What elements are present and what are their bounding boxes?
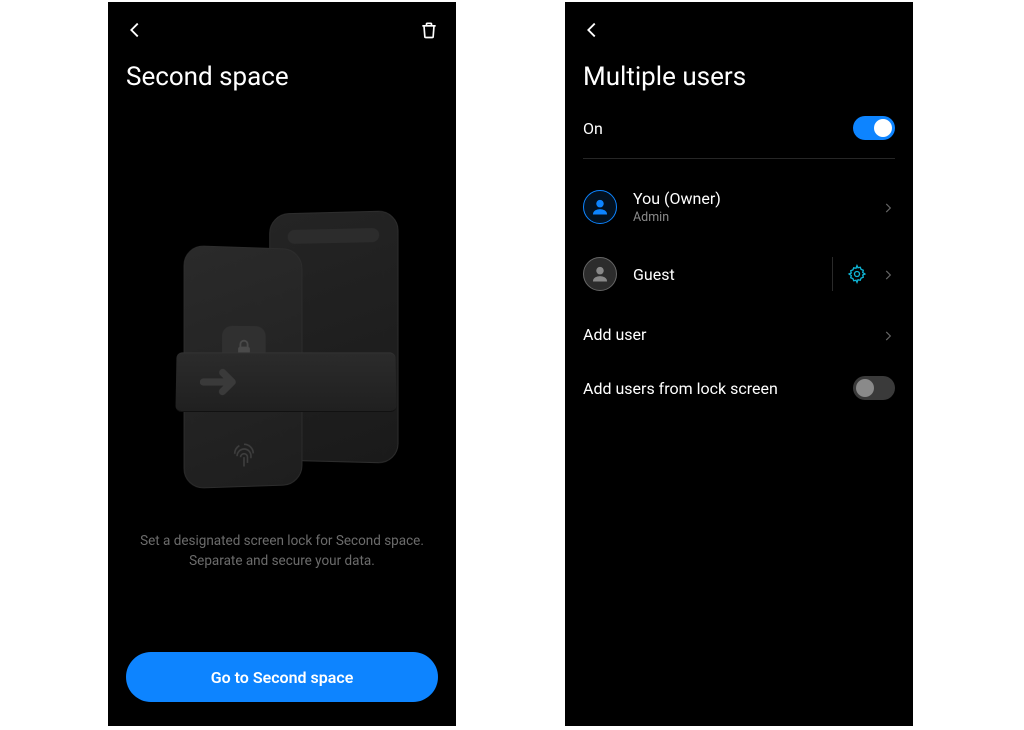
swap-arrow-icon <box>175 352 396 412</box>
divider <box>583 158 895 159</box>
multiple-users-screen: Multiple users On You (Owner) Admin <box>565 2 913 726</box>
add-user-label: Add user <box>583 325 646 344</box>
user-text-block: You (Owner) Admin <box>633 189 721 225</box>
user-row-owner[interactable]: You (Owner) Admin <box>565 173 913 241</box>
add-user-row[interactable]: Add user <box>565 307 913 362</box>
multiple-users-toggle-row[interactable]: On <box>565 102 913 154</box>
description-text: Set a designated screen lock for Second … <box>108 532 456 571</box>
trash-icon[interactable] <box>418 19 440 41</box>
user-avatar-icon <box>583 257 617 291</box>
user-row-guest[interactable]: Guest <box>565 241 913 307</box>
user-name: Guest <box>633 265 675 284</box>
user-name: You (Owner) <box>633 189 721 208</box>
lock-screen-toggle[interactable] <box>853 376 895 400</box>
separator <box>832 257 833 291</box>
gear-icon[interactable] <box>847 264 867 284</box>
header-bar <box>565 2 913 52</box>
chevron-right-icon <box>881 328 895 342</box>
back-icon[interactable] <box>581 19 603 41</box>
page-title: Second space <box>108 52 456 102</box>
go-to-second-space-button[interactable]: Go to Second space <box>126 652 438 702</box>
description-line: Set a designated screen lock for Second … <box>140 533 424 549</box>
header-bar <box>108 2 456 52</box>
multiple-users-toggle[interactable] <box>853 116 895 140</box>
toggle-knob <box>856 379 874 397</box>
toggle-knob <box>874 119 892 137</box>
user-role: Admin <box>633 210 721 225</box>
toggle-label: On <box>583 119 603 138</box>
fingerprint-icon <box>230 442 258 471</box>
lock-screen-label: Add users from lock screen <box>583 379 778 398</box>
page-title: Multiple users <box>565 52 913 102</box>
user-avatar-icon <box>583 190 617 224</box>
second-space-screen: Second space Set a <box>108 2 456 726</box>
add-users-lock-screen-row[interactable]: Add users from lock screen <box>565 362 913 414</box>
chevron-right-icon <box>881 200 895 214</box>
description-line: Separate and secure your data. <box>189 553 375 569</box>
cta-label: Go to Second space <box>211 668 354 687</box>
chevron-right-icon <box>881 267 895 281</box>
second-space-illustration <box>108 192 456 522</box>
back-icon[interactable] <box>124 19 146 41</box>
